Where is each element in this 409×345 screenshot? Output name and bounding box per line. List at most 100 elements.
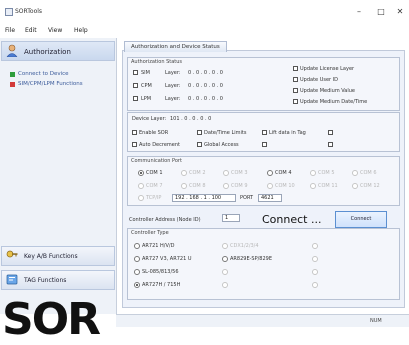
enable-sor-label: Enable SOR <box>139 130 169 136</box>
cpm-checkbox[interactable] <box>133 83 138 88</box>
menu-file[interactable]: File <box>5 27 15 34</box>
ar727-label: AR727 V3, AR721 U <box>142 256 192 262</box>
update-license-layer-checkbox[interactable] <box>293 66 298 71</box>
lpm-layer-value: 0 . 0 . 0 . 0 . 0 <box>188 96 223 102</box>
communication-port-title: Communication Port <box>131 158 182 164</box>
com8-label: COM 8 <box>189 183 206 189</box>
authorization-status-title: Authorization Status <box>131 59 183 65</box>
sidebar-item-sim-cpm-lpm[interactable]: SIM/CPM/LPM Functions <box>18 81 83 87</box>
com12-label: COM 12 <box>360 183 380 189</box>
auto-decrement-label: Auto Decrement <box>139 142 180 148</box>
controller-type-title: Controller Type <box>131 230 169 236</box>
com2-label: COM 2 <box>189 170 206 176</box>
sim-checkbox[interactable] <box>133 70 138 75</box>
close-button[interactable]: ✕ <box>391 5 409 19</box>
update-medium-value-checkbox[interactable] <box>293 88 298 93</box>
com7-label: COM 7 <box>146 183 163 189</box>
sidebar-group-tag-label: TAG Functions <box>24 277 67 284</box>
type-extra-radio-3[interactable] <box>222 269 228 275</box>
connect-icon <box>10 72 15 77</box>
update-user-id-checkbox[interactable] <box>293 77 298 82</box>
tcpip-radio[interactable] <box>138 195 144 201</box>
com9-label: COM 9 <box>231 183 248 189</box>
menu-help[interactable]: Help <box>74 27 88 34</box>
type-extra-radio-2[interactable] <box>312 256 318 262</box>
extra-option-checkbox-3[interactable] <box>328 142 333 147</box>
tab-authorization[interactable]: Authorization and Device Status <box>124 41 227 52</box>
lpm-checkbox[interactable] <box>133 96 138 101</box>
type-extra-radio-5[interactable] <box>222 282 228 288</box>
ar727h-radio[interactable] <box>134 282 140 288</box>
com1-radio[interactable] <box>138 170 144 176</box>
com1-label: COM 1 <box>146 170 163 176</box>
menu-edit[interactable]: Edit <box>25 27 37 34</box>
com2-radio[interactable] <box>181 170 187 176</box>
window-title: SORTools <box>15 8 43 15</box>
minimize-button[interactable]: – <box>350 5 368 19</box>
auto-decrement-checkbox[interactable] <box>132 142 137 147</box>
sl085-label: SL-085/813/56 <box>142 269 179 275</box>
com3-radio[interactable] <box>223 170 229 176</box>
port-field[interactable]: 4621 <box>258 194 282 202</box>
maximize-button[interactable]: □ <box>372 5 390 19</box>
menu-view[interactable]: View <box>48 27 62 34</box>
com10-label: COM 10 <box>275 183 295 189</box>
ar721-label: AR721 H/V/D <box>142 243 175 249</box>
com7-radio[interactable] <box>138 183 144 189</box>
ar829-radio[interactable] <box>222 256 228 262</box>
update-license-layer-label: Update License Layer <box>300 66 355 72</box>
cdx-label: CDX1/2/3/4 <box>230 243 259 249</box>
sim-layer-value: 0 . 0 . 0 . 0 . 0 <box>188 70 223 76</box>
device-layer-label: Device Layer: <box>132 116 167 122</box>
com4-label: COM 4 <box>275 170 292 176</box>
controller-address-field[interactable]: 1 <box>222 214 240 222</box>
status-bar <box>116 314 409 327</box>
cdx-radio[interactable] <box>222 243 228 249</box>
com10-radio[interactable] <box>267 183 273 189</box>
lpm-label: LPM <box>141 96 152 102</box>
device-layer-value: 101 . 0 . 0 . 0 . 0 <box>170 116 212 122</box>
com4-radio[interactable] <box>267 170 273 176</box>
extra-option-checkbox-2[interactable] <box>262 142 267 147</box>
sim-layer-label: Layer: <box>165 70 181 76</box>
com5-label: COM 5 <box>318 170 335 176</box>
controller-type-group <box>127 228 400 300</box>
sidebar-group-key-label: Key A/B Functions <box>24 253 78 260</box>
sidebar-item-connect[interactable]: Connect to Device <box>18 71 69 77</box>
user-icon <box>6 44 18 57</box>
sl085-radio[interactable] <box>134 269 140 275</box>
type-extra-radio-4[interactable] <box>312 269 318 275</box>
title-bar <box>0 0 409 24</box>
connect-button[interactable]: Connect <box>335 211 387 228</box>
ar721-radio[interactable] <box>134 243 140 249</box>
enable-sor-checkbox[interactable] <box>132 130 137 135</box>
cpm-layer-value: 0 . 0 . 0 . 0 . 0 <box>188 83 223 89</box>
com5-radio[interactable] <box>310 170 316 176</box>
com11-radio[interactable] <box>310 183 316 189</box>
key-icon <box>6 250 18 258</box>
com8-radio[interactable] <box>181 183 187 189</box>
ip-address-field[interactable]: 192 . 168 . 1 . 100 <box>172 194 236 202</box>
date-time-limits-label: Date/Time Limits <box>204 130 247 136</box>
com9-radio[interactable] <box>223 183 229 189</box>
ar727-radio[interactable] <box>134 256 140 262</box>
com12-radio[interactable] <box>352 183 358 189</box>
sidebar-header-label: Authorization <box>24 48 71 56</box>
type-extra-radio-1[interactable] <box>312 243 318 249</box>
com6-radio[interactable] <box>352 170 358 176</box>
controller-address-label: Controller Address (Node ID) <box>129 217 201 223</box>
date-time-limits-checkbox[interactable] <box>197 130 202 135</box>
update-medium-datetime-checkbox[interactable] <box>293 99 298 104</box>
type-extra-radio-6[interactable] <box>312 282 318 288</box>
global-access-checkbox[interactable] <box>197 142 202 147</box>
extra-option-checkbox-1[interactable] <box>328 130 333 135</box>
tcpip-label: TCP/IP <box>146 195 162 201</box>
com11-label: COM 11 <box>318 183 338 189</box>
functions-icon <box>10 82 15 87</box>
lift-data-checkbox[interactable] <box>262 130 267 135</box>
lift-data-label: Lift data in Tag <box>269 130 306 136</box>
cpm-layer-label: Layer: <box>165 83 181 89</box>
ar829-label: AR829E-SP/829E <box>230 256 272 262</box>
app-icon <box>5 8 13 16</box>
update-medium-value-label: Update Medium Value <box>300 88 356 94</box>
